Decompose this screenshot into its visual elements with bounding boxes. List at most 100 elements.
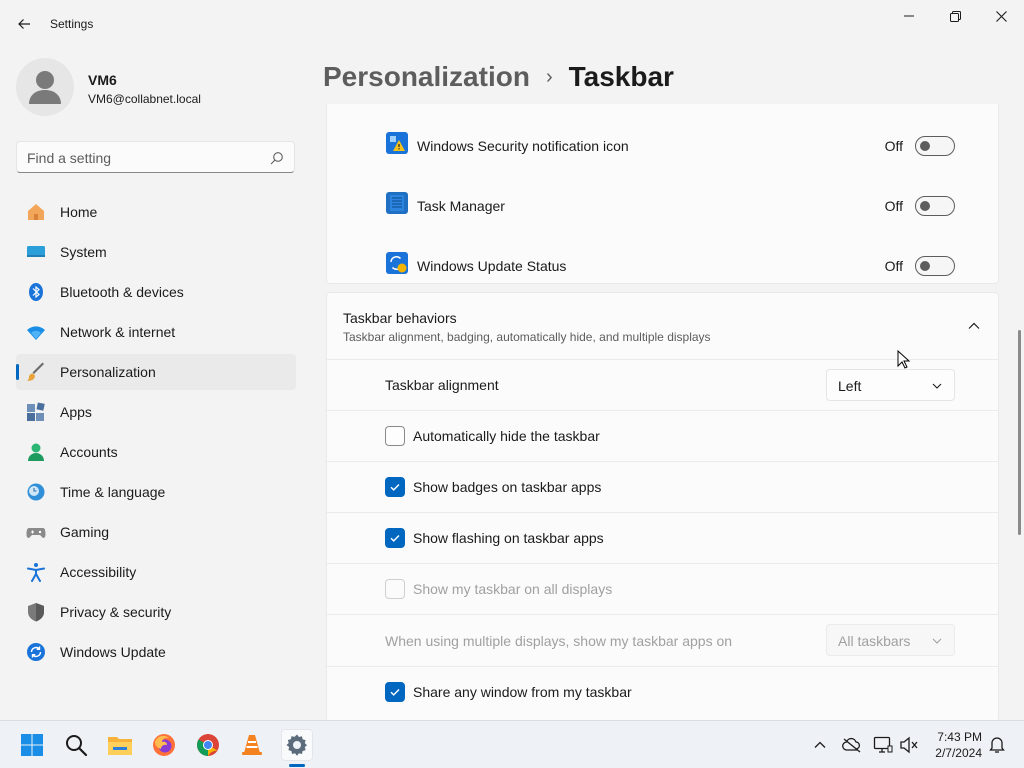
back-button[interactable] (8, 8, 40, 40)
multi-display-dropdown: All taskbars (826, 624, 955, 656)
show-flashing-checkbox[interactable] (385, 528, 405, 548)
taskbar-search-button[interactable] (60, 729, 92, 761)
user-profile[interactable]: VM6 VM6@collabnet.local (16, 56, 296, 118)
close-button[interactable] (978, 0, 1024, 32)
chrome-icon (197, 734, 219, 756)
all-displays-row: Show my taskbar on all displays (327, 563, 998, 614)
taskbar-alignment-dropdown[interactable]: Left (826, 369, 955, 401)
sidebar-item-privacy-security[interactable]: Privacy & security (16, 594, 296, 630)
onedrive-tray-button[interactable] (842, 735, 862, 755)
sidebar-item-bluetooth[interactable]: Bluetooth & devices (16, 274, 296, 310)
taskbar-settings[interactable] (281, 729, 313, 761)
sidebar-item-windows-update[interactable]: Windows Update (16, 634, 296, 670)
sidebar-item-system[interactable]: System (16, 234, 296, 270)
sidebar-item-label: Accessibility (60, 564, 137, 580)
setting-row-task-manager: Task Manager Off (327, 171, 998, 231)
all-displays-checkbox (385, 579, 405, 599)
taskbar-firefox[interactable] (148, 729, 180, 761)
setting-label: Windows Update Status (417, 258, 567, 274)
share-window-row: Share any window from my taskbar (327, 666, 998, 717)
accessibility-icon (27, 563, 45, 582)
taskbar: 7:43 PM 2/7/2024 (0, 720, 1024, 768)
breadcrumb-separator-icon: › (545, 65, 553, 88)
task-manager-toggle[interactable] (915, 196, 955, 216)
accounts-icon (28, 443, 44, 461)
taskbar-alignment-label: Taskbar alignment (385, 377, 499, 393)
minimize-button[interactable] (886, 0, 932, 32)
content-scrollbar[interactable] (1018, 330, 1021, 535)
windows-update-status-toggle[interactable] (915, 256, 955, 276)
title-bar: Settings (0, 0, 1024, 48)
sidebar-item-label: Home (60, 204, 98, 220)
chevron-down-icon (932, 638, 942, 644)
windows-update-status-icon (386, 252, 408, 274)
search-icon[interactable] (270, 151, 284, 165)
settings-icon (286, 734, 307, 756)
sidebar-item-label: Privacy & security (60, 604, 172, 620)
system-icon (27, 246, 45, 257)
search-box[interactable] (16, 141, 295, 173)
taskbar-chrome[interactable] (192, 729, 224, 761)
volume-tray-button[interactable] (899, 735, 919, 755)
toggle-knob (920, 201, 930, 211)
clock-date[interactable]: 2/7/2024 (926, 746, 982, 760)
bluetooth-icon (29, 283, 43, 301)
network-icon (873, 736, 893, 753)
share-window-label: Share any window from my taskbar (413, 684, 632, 700)
search-input[interactable] (27, 149, 257, 167)
breadcrumb-parent-link[interactable]: Personalization (323, 61, 530, 93)
notifications-icon (989, 737, 1005, 753)
toggle-state-text: Off (884, 198, 903, 214)
start-icon (21, 734, 43, 756)
sidebar-item-label: Gaming (60, 524, 110, 540)
toggle-state-text: Off (884, 258, 903, 274)
notifications-button[interactable] (987, 735, 1007, 755)
sidebar-item-label: Windows Update (60, 644, 166, 660)
back-arrow-icon (18, 19, 30, 29)
share-window-checkbox[interactable] (385, 682, 405, 702)
restore-button[interactable] (932, 0, 978, 32)
toggle-knob (920, 141, 930, 151)
apps-icon (27, 402, 45, 421)
chevron-up-icon[interactable] (967, 319, 981, 333)
sidebar-item-accounts[interactable]: Accounts (16, 434, 296, 470)
show-flashing-label: Show flashing on taskbar apps (413, 530, 604, 546)
setting-row-windows-security: Windows Security notification icon Off (327, 111, 998, 171)
taskbar-vlc[interactable] (236, 729, 268, 761)
checkmark-icon (390, 689, 400, 696)
setting-label: Task Manager (417, 198, 505, 214)
windows-security-toggle[interactable] (915, 136, 955, 156)
sidebar-item-label: Bluetooth & devices (60, 284, 184, 300)
setting-row-windows-update-status: Windows Update Status Off (327, 231, 998, 283)
wifi-icon (27, 326, 45, 340)
sidebar-item-gaming[interactable]: Gaming (16, 514, 296, 550)
show-badges-row: Show badges on taskbar apps (327, 461, 998, 512)
volume-icon (900, 736, 918, 754)
taskbar-file-explorer[interactable] (104, 729, 136, 761)
show-badges-checkbox[interactable] (385, 477, 405, 497)
show-flashing-row: Show flashing on taskbar apps (327, 512, 998, 563)
windows-security-icon (386, 132, 408, 154)
network-tray-button[interactable] (873, 735, 893, 755)
section-subtitle: Taskbar alignment, badging, automaticall… (343, 330, 711, 344)
show-hidden-icons-button[interactable] (810, 735, 830, 755)
auto-hide-checkbox[interactable] (385, 426, 405, 446)
sidebar-item-network[interactable]: Network & internet (16, 314, 296, 350)
sidebar-item-accessibility[interactable]: Accessibility (16, 554, 296, 590)
sidebar-item-personalization[interactable]: Personalization (16, 354, 296, 390)
sidebar-item-apps[interactable]: Apps (16, 394, 296, 430)
settings-content: Windows Security notification icon Off T… (326, 104, 1000, 720)
user-email: VM6@collabnet.local (88, 92, 201, 106)
user-name: VM6 (88, 72, 117, 88)
home-icon (28, 204, 44, 220)
clock-time[interactable]: 7:43 PM (930, 730, 982, 744)
start-button[interactable] (16, 729, 48, 761)
sidebar-item-label: Apps (60, 404, 92, 420)
sidebar-item-home[interactable]: Home (16, 194, 296, 230)
setting-label: Windows Security notification icon (417, 138, 629, 154)
sidebar-item-time-language[interactable]: Time & language (16, 474, 296, 510)
sidebar-item-label: Personalization (60, 364, 156, 380)
multi-display-row: When using multiple displays, show my ta… (327, 614, 998, 666)
auto-hide-label: Automatically hide the taskbar (413, 428, 600, 444)
chevron-up-icon (814, 741, 826, 748)
